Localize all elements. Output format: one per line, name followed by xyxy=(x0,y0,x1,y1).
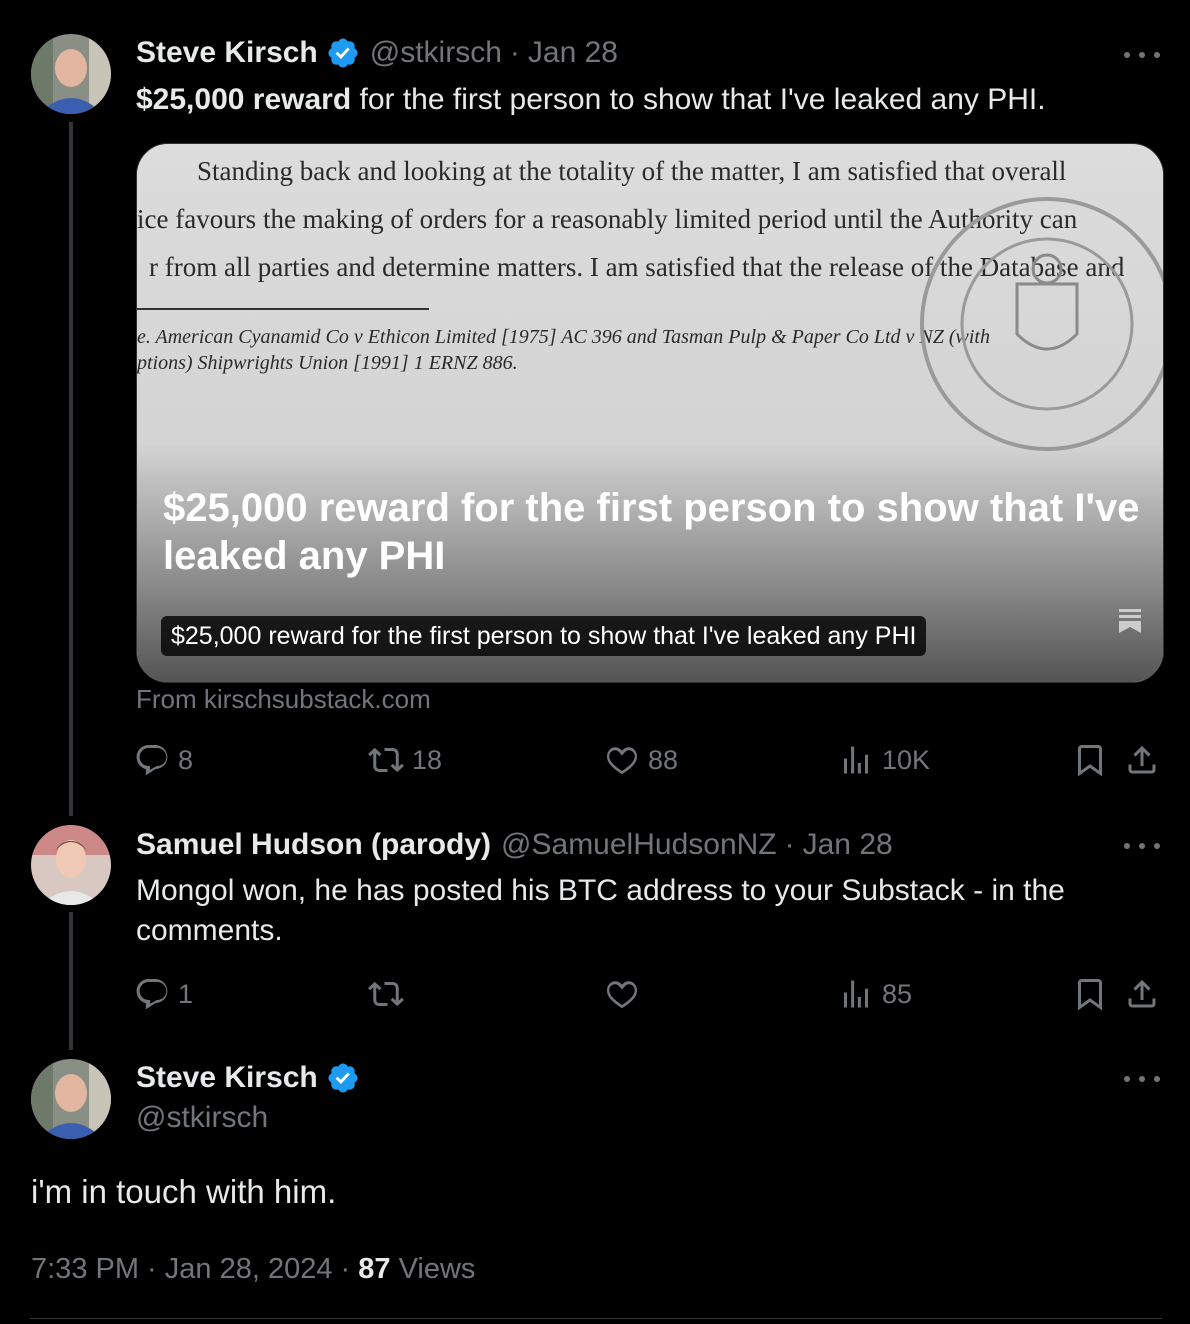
tweet-header-handle: @stkirsch xyxy=(136,1101,268,1135)
repost-icon xyxy=(368,981,404,1007)
divider xyxy=(30,1318,1162,1319)
more-options-icon[interactable] xyxy=(1124,45,1160,65)
share-icon xyxy=(1128,745,1156,774)
author-name[interactable]: Steve Kirsch xyxy=(136,1061,318,1095)
heart-icon xyxy=(607,981,637,1009)
bookmark-button[interactable] xyxy=(1072,738,1108,782)
more-options-icon[interactable] xyxy=(1124,1069,1160,1089)
card-source[interactable]: From kirschsubstack.com xyxy=(136,684,431,715)
footnote-rule xyxy=(137,308,429,310)
link-card[interactable]: Standing back and looking at the totalit… xyxy=(136,143,1164,683)
views-button[interactable]: 10K xyxy=(838,738,930,782)
views-count: 87 xyxy=(358,1253,391,1285)
share-button[interactable] xyxy=(1124,972,1160,1016)
like-button[interactable]: 88 xyxy=(604,738,678,782)
reply-count: 1 xyxy=(178,978,194,1009)
tweet-header: Samuel Hudson (parody) @SamuelHudsonNZ ·… xyxy=(136,828,893,862)
views-count: 85 xyxy=(882,978,913,1009)
verified-badge-icon[interactable] xyxy=(326,36,360,70)
tweet-date[interactable]: Jan 28 xyxy=(528,36,618,70)
action-bar: 1 85 xyxy=(134,972,1164,1016)
tweet-text: $25,000 reward for the first person to s… xyxy=(136,80,1166,120)
separator: · xyxy=(509,36,520,69)
thread-line xyxy=(69,122,73,816)
views-label: Views xyxy=(390,1253,476,1285)
analytics-icon xyxy=(844,980,868,1008)
author-handle[interactable]: @SamuelHudsonNZ xyxy=(501,828,777,862)
repost-count: 18 xyxy=(412,744,443,775)
bookmark-icon xyxy=(1078,979,1102,1011)
tweet-text-bold: $25,000 reward xyxy=(136,83,352,116)
tweet-header: Steve Kirsch xyxy=(136,1061,360,1095)
bookmark-button[interactable] xyxy=(1072,972,1108,1016)
avatar[interactable] xyxy=(31,1059,111,1139)
tweet-date[interactable]: Jan 28 xyxy=(803,828,893,862)
heart-icon xyxy=(607,747,637,775)
action-bar: 8 18 88 10K xyxy=(134,738,1164,782)
doc-footnote: e. American Cyanamid Co v Ethicon Limite… xyxy=(137,326,990,348)
thread-line xyxy=(69,912,73,1050)
tweet-text-rest: for the first person to show that I've l… xyxy=(351,83,1046,116)
verified-badge-icon[interactable] xyxy=(326,1061,360,1095)
like-count: 88 xyxy=(648,744,679,775)
card-image: Standing back and looking at the totalit… xyxy=(137,144,1163,682)
bookmark-icon xyxy=(1078,745,1102,777)
reply-icon xyxy=(136,745,168,776)
analytics-icon xyxy=(844,746,868,774)
tweet-text: i'm in touch with him. xyxy=(31,1173,337,1210)
share-icon xyxy=(1128,979,1156,1008)
reply-button[interactable]: 8 xyxy=(134,738,193,782)
reply-button[interactable]: 1 xyxy=(134,972,193,1016)
author-handle[interactable]: @stkirsch xyxy=(370,36,502,70)
tweet-time[interactable]: 7:33 PM · Jan 28, 2024 · xyxy=(31,1253,358,1285)
reply-icon xyxy=(136,979,168,1010)
tweet-timestamp: 7:33 PM · Jan 28, 2024 · 87 Views xyxy=(31,1249,475,1289)
doc-footnote: ptions) Shipwrights Union [1991] 1 ERNZ … xyxy=(137,352,518,374)
avatar[interactable] xyxy=(31,825,111,905)
author-name[interactable]: Samuel Hudson (parody) xyxy=(136,828,491,862)
tweet-header: Steve Kirsch @stkirsch · Jan 28 xyxy=(136,36,618,70)
author-name[interactable]: Steve Kirsch xyxy=(136,36,318,70)
separator: · xyxy=(784,828,795,861)
repost-button[interactable]: 18 xyxy=(368,738,442,782)
more-options-icon[interactable] xyxy=(1124,836,1160,856)
views-count: 10K xyxy=(882,744,931,775)
card-caption: $25,000 reward for the first person to s… xyxy=(161,616,927,656)
views-button[interactable]: 85 xyxy=(838,972,912,1016)
substack-icon xyxy=(1119,609,1141,633)
author-handle[interactable]: @stkirsch xyxy=(136,1101,268,1135)
repost-button[interactable] xyxy=(368,972,404,1016)
seal-stamp xyxy=(920,197,1163,451)
avatar[interactable] xyxy=(31,34,111,114)
tweet-text: Mongol won, he has posted his BTC addres… xyxy=(136,874,1065,947)
like-button[interactable] xyxy=(604,972,640,1016)
repost-icon xyxy=(368,747,404,773)
reply-count: 8 xyxy=(178,744,194,775)
share-button[interactable] xyxy=(1124,738,1160,782)
card-title: $25,000 reward for the first person to s… xyxy=(163,486,1140,578)
